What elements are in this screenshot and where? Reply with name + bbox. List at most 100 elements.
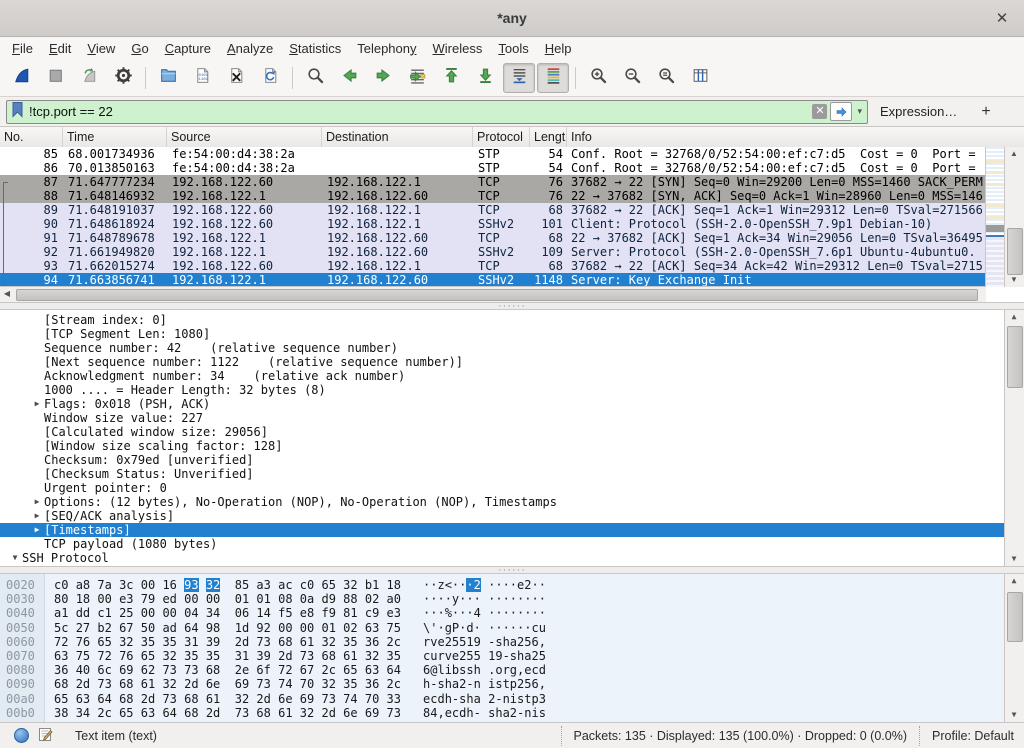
detail-line[interactable]: Sequence number: 42 (relative sequence n… bbox=[0, 341, 1005, 355]
menu-wireless[interactable]: Wireless bbox=[425, 39, 491, 58]
detail-line[interactable]: TCP payload (1080 bytes) bbox=[0, 537, 1005, 551]
start-capture-button[interactable] bbox=[5, 63, 37, 93]
go-last-button[interactable] bbox=[469, 63, 501, 93]
expanded-arrow-icon[interactable]: ▼ bbox=[8, 551, 22, 565]
scroll-up-arrow[interactable]: ▲ bbox=[1005, 147, 1023, 161]
packet-list-vscrollbar[interactable]: ▲ ▼ bbox=[1004, 147, 1024, 287]
collapsed-arrow-icon[interactable]: ▶ bbox=[30, 397, 44, 411]
scroll-up-arrow[interactable]: ▲ bbox=[1005, 310, 1023, 324]
pane-splitter[interactable] bbox=[0, 567, 1024, 574]
go-forward-button[interactable] bbox=[367, 63, 399, 93]
scroll-down-arrow[interactable]: ▼ bbox=[1005, 273, 1023, 287]
colorize-packets-button[interactable] bbox=[537, 63, 569, 93]
close-file-button[interactable] bbox=[220, 63, 252, 93]
menu-capture[interactable]: Capture bbox=[157, 39, 219, 58]
menu-edit[interactable]: Edit bbox=[41, 39, 79, 58]
detail-line[interactable]: Acknowledgment number: 34 (relative ack … bbox=[0, 369, 1005, 383]
scroll-thumb[interactable] bbox=[1007, 326, 1023, 388]
hex-row[interactable]: 008036 40 6c 69 62 73 73 68 2e 6f 72 67 … bbox=[0, 663, 1005, 677]
packet-list-hscrollbar[interactable]: ◀ bbox=[0, 286, 986, 302]
capture-options-button[interactable] bbox=[107, 63, 139, 93]
display-filter-input[interactable] bbox=[27, 104, 812, 119]
detail-line[interactable]: ▶Flags: 0x018 (PSH, ACK) bbox=[0, 397, 1005, 411]
scroll-down-arrow[interactable]: ▼ bbox=[1005, 708, 1023, 722]
detail-line[interactable]: ▶[Timestamps] bbox=[0, 523, 1005, 537]
display-filter-field[interactable]: ✕ ▾ bbox=[6, 100, 868, 124]
resize-columns-button[interactable] bbox=[684, 63, 716, 93]
detail-line[interactable]: ▶Options: (12 bytes), No-Operation (NOP)… bbox=[0, 495, 1005, 509]
scroll-up-arrow[interactable]: ▲ bbox=[1005, 574, 1023, 588]
scroll-down-arrow[interactable]: ▼ bbox=[1005, 552, 1023, 566]
filter-apply-button[interactable] bbox=[830, 102, 852, 121]
hex-row[interactable]: 0020c0 a8 7a 3c 00 16 93 32 85 a3 ac c0 … bbox=[0, 578, 1005, 592]
menu-view[interactable]: View bbox=[79, 39, 123, 58]
detail-line[interactable]: [Calculated window size: 29056] bbox=[0, 425, 1005, 439]
detail-line[interactable]: Urgent pointer: 0 bbox=[0, 481, 1005, 495]
scroll-thumb[interactable] bbox=[1007, 592, 1023, 642]
title-bar[interactable]: *any ✕ bbox=[0, 0, 1024, 37]
filter-add-button[interactable]: + bbox=[975, 103, 996, 121]
menu-telephony[interactable]: Telephony bbox=[349, 39, 424, 58]
scroll-thumb[interactable] bbox=[1007, 228, 1023, 275]
go-to-packet-button[interactable] bbox=[401, 63, 433, 93]
bytes-vscrollbar[interactable]: ▲ ▼ bbox=[1004, 574, 1024, 722]
reload-file-button[interactable] bbox=[254, 63, 286, 93]
menu-tools[interactable]: Tools bbox=[490, 39, 536, 58]
zoom-100-button[interactable] bbox=[650, 63, 682, 93]
detail-line[interactable]: [Stream index: 0] bbox=[0, 313, 1005, 327]
menu-file[interactable]: File bbox=[4, 39, 41, 58]
packet-row-93[interactable]: 9371.662015274192.168.122.60192.168.122.… bbox=[0, 259, 986, 273]
packet-row-86[interactable]: 8670.013850163fe:54:00:d4:38:2aSTP54Conf… bbox=[0, 161, 986, 175]
collapsed-arrow-icon[interactable]: ▶ bbox=[30, 495, 44, 509]
detail-line[interactable]: [TCP Segment Len: 1080] bbox=[0, 327, 1005, 341]
filter-clear-button[interactable]: ✕ bbox=[812, 104, 827, 119]
hex-row[interactable]: 003080 18 00 e3 79 ed 00 00 01 01 08 0a … bbox=[0, 592, 1005, 606]
pane-splitter[interactable] bbox=[0, 303, 1024, 310]
column-header-info[interactable]: Info bbox=[567, 127, 1024, 147]
hex-row[interactable]: 00505c 27 b2 67 50 ad 64 98 1d 92 00 00 … bbox=[0, 621, 1005, 635]
scroll-left-arrow[interactable]: ◀ bbox=[0, 287, 14, 301]
go-first-button[interactable] bbox=[435, 63, 467, 93]
status-profile[interactable]: Profile: Default bbox=[919, 726, 1016, 746]
stop-capture-button[interactable] bbox=[39, 63, 71, 93]
hex-row[interactable]: 0040a1 dd c1 25 00 00 04 34 06 14 f5 e8 … bbox=[0, 606, 1005, 620]
packet-row-91[interactable]: 9171.648789678192.168.122.1192.168.122.6… bbox=[0, 231, 986, 245]
packet-row-85[interactable]: 8568.001734936fe:54:00:d4:38:2aSTP54Conf… bbox=[0, 147, 986, 161]
packet-row-88[interactable]: 8871.648146932192.168.122.1192.168.122.6… bbox=[0, 189, 986, 203]
packet-row-87[interactable]: 8771.647777234192.168.122.60192.168.122.… bbox=[0, 175, 986, 189]
detail-line[interactable]: Window size value: 227 bbox=[0, 411, 1005, 425]
scroll-thumb[interactable] bbox=[16, 289, 978, 301]
packet-row-92[interactable]: 9271.661949820192.168.122.1192.168.122.6… bbox=[0, 245, 986, 259]
filter-bookmark-icon[interactable] bbox=[11, 101, 24, 123]
hex-row[interactable]: 007063 75 72 76 65 32 35 35 31 39 2d 73 … bbox=[0, 649, 1005, 663]
zoom-in-button[interactable] bbox=[582, 63, 614, 93]
intelligent-scrollbar[interactable] bbox=[985, 147, 1005, 287]
menu-analyze[interactable]: Analyze bbox=[219, 39, 281, 58]
column-header-destination[interactable]: Destination bbox=[322, 127, 473, 147]
column-header-source[interactable]: Source bbox=[167, 127, 322, 147]
packet-row-90[interactable]: 9071.648618924192.168.122.60192.168.122.… bbox=[0, 217, 986, 231]
details-vscrollbar[interactable]: ▲ ▼ bbox=[1004, 310, 1024, 566]
menu-help[interactable]: Help bbox=[537, 39, 580, 58]
auto-scroll-button[interactable] bbox=[503, 63, 535, 93]
packet-row-89[interactable]: 8971.648191037192.168.122.60192.168.122.… bbox=[0, 203, 986, 217]
detail-line[interactable]: [Window size scaling factor: 128] bbox=[0, 439, 1005, 453]
column-header-no[interactable]: No. bbox=[0, 127, 63, 147]
capture-comment-icon[interactable] bbox=[38, 727, 53, 745]
packet-row-94[interactable]: 9471.663856741192.168.122.1192.168.122.6… bbox=[0, 273, 986, 287]
column-header-protocol[interactable]: Protocol bbox=[473, 127, 530, 147]
detail-line[interactable]: [Next sequence number: 1122 (relative se… bbox=[0, 355, 1005, 369]
hex-row[interactable]: 006072 76 65 32 35 35 31 39 2d 73 68 61 … bbox=[0, 635, 1005, 649]
go-back-button[interactable] bbox=[333, 63, 365, 93]
close-button[interactable]: ✕ bbox=[988, 0, 1016, 35]
collapsed-arrow-icon[interactable]: ▶ bbox=[30, 523, 44, 537]
zoom-out-button[interactable] bbox=[616, 63, 648, 93]
menu-statistics[interactable]: Statistics bbox=[281, 39, 349, 58]
hex-row[interactable]: 00a065 63 64 68 2d 73 68 61 32 2d 6e 69 … bbox=[0, 692, 1005, 706]
detail-line[interactable]: [Checksum Status: Unverified] bbox=[0, 467, 1005, 481]
hex-row[interactable]: 00b038 34 2c 65 63 64 68 2d 73 68 61 32 … bbox=[0, 706, 1005, 720]
find-packet-button[interactable] bbox=[299, 63, 331, 93]
open-file-button[interactable] bbox=[152, 63, 184, 93]
hex-row[interactable]: 009068 2d 73 68 61 32 2d 6e 69 73 74 70 … bbox=[0, 677, 1005, 691]
expression-button[interactable]: Expression… bbox=[880, 104, 957, 119]
